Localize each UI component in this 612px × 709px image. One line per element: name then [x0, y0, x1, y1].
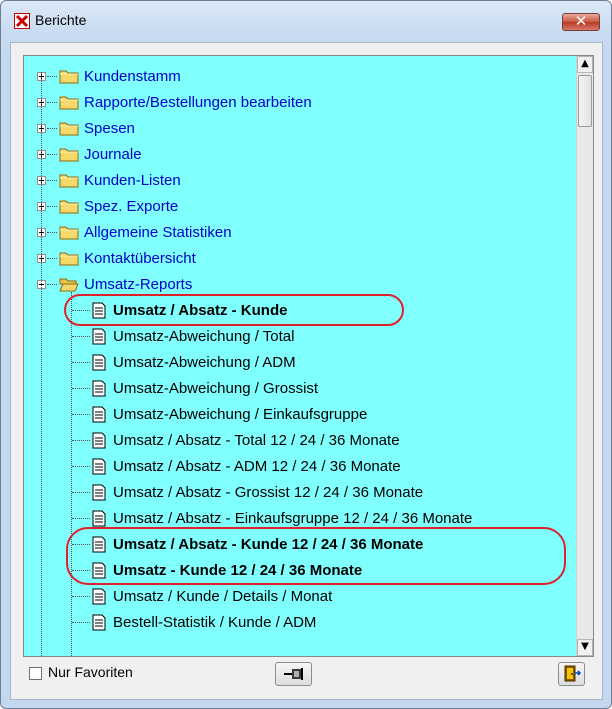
report-item[interactable]: Umsatz-Abweichung / Einkaufsgruppe — [24, 402, 576, 428]
window-title: Berichte — [35, 12, 87, 28]
folder-icon — [59, 68, 79, 84]
exit-button[interactable] — [558, 662, 585, 686]
report-item[interactable]: Bestell-Statistik / Kunde / ADM — [24, 610, 576, 636]
report-item[interactable]: Umsatz-Abweichung / ADM — [24, 350, 576, 376]
folder-icon — [59, 250, 79, 266]
tree-connector — [72, 414, 90, 415]
arrow-up-icon: ▲ — [581, 58, 589, 69]
tree-folder[interactable]: Allgemeine Statistiken — [24, 220, 576, 246]
document-icon — [92, 354, 106, 371]
folder-icon — [59, 172, 79, 188]
report-item[interactable]: Umsatz / Absatz - Grossist 12 / 24 / 36 … — [24, 480, 576, 506]
tree-connector — [72, 492, 90, 493]
pin-icon — [284, 668, 303, 680]
tree-connector — [47, 180, 57, 181]
document-icon — [92, 458, 106, 475]
tree-folder[interactable]: Kundenstamm — [24, 64, 576, 90]
tree-connector — [47, 258, 57, 259]
folder-label: Spesen — [84, 120, 135, 137]
report-label: Umsatz / Absatz - Grossist 12 / 24 / 36 … — [113, 484, 424, 501]
tree-connector — [47, 76, 57, 77]
document-icon — [92, 406, 106, 423]
tree-connector — [72, 440, 90, 441]
report-label: Umsatz-Abweichung / Einkaufsgruppe — [113, 406, 368, 423]
report-item[interactable]: Umsatz / Absatz - ADM 12 / 24 / 36 Monat… — [24, 454, 576, 480]
tree-connector — [72, 388, 90, 389]
report-item[interactable]: Umsatz / Absatz - Total 12 / 24 / 36 Mon… — [24, 428, 576, 454]
report-label: Umsatz / Absatz - Einkaufsgruppe 12 / 24… — [113, 510, 473, 527]
report-item[interactable]: Umsatz / Kunde / Details / Monat — [24, 584, 576, 610]
open-folder-icon — [59, 276, 79, 292]
folder-icon — [59, 120, 79, 136]
arrow-down-icon: ▼ — [581, 641, 589, 652]
report-label: Umsatz-Abweichung / Grossist — [113, 380, 319, 397]
berichte-window: Berichte ✕ Kundenstamm Rapporte/Bestellun… — [0, 0, 612, 709]
folder-label: Kundenstamm — [84, 68, 181, 85]
report-label: Umsatz / Kunde / Details / Monat — [113, 588, 333, 605]
highlight-ring-group — [66, 527, 566, 585]
folder-label: Kunden-Listen — [84, 172, 181, 189]
document-icon — [92, 588, 106, 605]
tree-content: Kundenstamm Rapporte/Bestellungen bearbei… — [24, 56, 576, 656]
folder-icon — [59, 198, 79, 214]
report-label: Umsatz-Abweichung / Total — [113, 328, 295, 345]
document-icon — [92, 614, 106, 631]
tree-connector — [47, 284, 57, 285]
tree-folder[interactable]: Spesen — [24, 116, 576, 142]
document-icon — [92, 328, 106, 345]
folder-icon — [59, 224, 79, 240]
folder-label: Rapporte/Bestellungen bearbeiten — [84, 94, 312, 111]
tree-folder[interactable]: Spez. Exporte — [24, 194, 576, 220]
pin-button[interactable] — [275, 662, 312, 686]
tree-connector — [72, 596, 90, 597]
scroll-thumb[interactable] — [578, 75, 592, 127]
tree-connector — [72, 622, 90, 623]
folder-icon — [59, 146, 79, 162]
report-item[interactable]: Umsatz-Abweichung / Total — [24, 324, 576, 350]
document-icon — [92, 432, 106, 449]
vertical-scrollbar[interactable]: ▲ ▼ — [576, 56, 593, 656]
report-tree[interactable]: Kundenstamm Rapporte/Bestellungen bearbei… — [23, 55, 594, 657]
folder-label: Allgemeine Statistiken — [84, 224, 232, 241]
tree-folder[interactable]: Kontaktübersicht — [24, 246, 576, 272]
document-icon — [92, 380, 106, 397]
scroll-down-button[interactable]: ▼ — [577, 639, 593, 656]
tree-connector — [72, 336, 90, 337]
title-bar[interactable]: Berichte ✕ — [1, 1, 611, 35]
folder-icon — [59, 94, 79, 110]
report-label: Umsatz / Absatz - ADM 12 / 24 / 36 Monat… — [113, 458, 401, 475]
tree-folder[interactable]: Kunden-Listen — [24, 168, 576, 194]
folder-label: Spez. Exporte — [84, 198, 179, 215]
red-x-icon — [14, 13, 30, 29]
tree-connector — [72, 466, 90, 467]
tree-connector — [47, 102, 57, 103]
report-label: Umsatz-Abweichung / ADM — [113, 354, 296, 371]
tree-connector — [47, 154, 57, 155]
report-label: Umsatz / Absatz - Total 12 / 24 / 36 Mon… — [113, 432, 400, 449]
tree-folder[interactable]: Journale — [24, 142, 576, 168]
tree-connector — [72, 362, 90, 363]
folder-label: Kontaktübersicht — [84, 250, 196, 267]
exit-door-icon — [564, 665, 581, 682]
folder-label: Journale — [84, 146, 142, 163]
close-icon: ✕ — [574, 12, 588, 30]
tree-connector — [47, 232, 57, 233]
favorites-checkbox[interactable] — [29, 667, 42, 680]
tree-connector — [47, 128, 57, 129]
highlight-ring — [64, 294, 404, 326]
report-item[interactable]: Umsatz-Abweichung / Grossist — [24, 376, 576, 402]
document-icon — [92, 484, 106, 501]
report-label: Bestell-Statistik / Kunde / ADM — [113, 614, 317, 631]
document-icon — [92, 510, 106, 527]
tree-connector — [72, 518, 90, 519]
tree-folder[interactable]: Rapporte/Bestellungen bearbeiten — [24, 90, 576, 116]
scroll-up-button[interactable]: ▲ — [577, 56, 593, 73]
close-button[interactable]: ✕ — [562, 12, 600, 31]
folder-label: Umsatz-Reports — [84, 276, 193, 293]
favorites-label[interactable]: Nur Favoriten — [48, 664, 133, 680]
tree-connector — [47, 206, 57, 207]
client-area: Kundenstamm Rapporte/Bestellungen bearbei… — [10, 42, 603, 700]
